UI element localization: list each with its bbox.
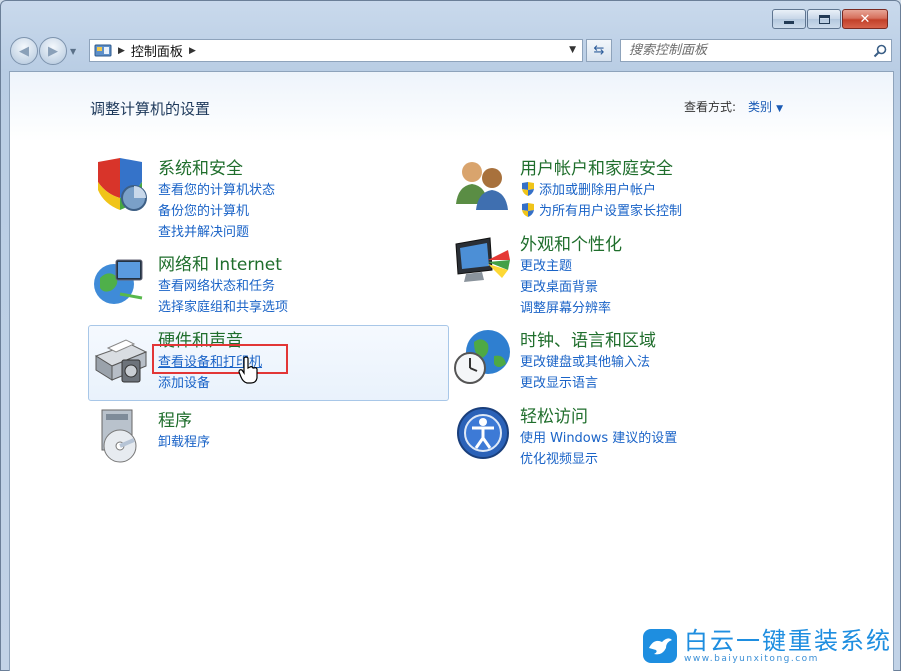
caption-buttons: ✕: [772, 9, 888, 29]
search-input[interactable]: [621, 40, 869, 61]
link-uninstall-program[interactable]: 卸载程序: [158, 430, 210, 451]
page-title: 调整计算机的设置: [90, 100, 211, 118]
link-change-display-language[interactable]: 更改显示语言: [520, 371, 650, 392]
search-box: [620, 39, 892, 62]
uac-shield-icon: [522, 181, 534, 196]
watermark-name: 白云一键重装系统: [684, 627, 892, 655]
forward-button[interactable]: ▶: [39, 37, 67, 65]
links-clock-region: 更改键盘或其他输入法 更改显示语言: [520, 350, 650, 392]
link-parental-controls-label: 为所有用户设置家长控制: [539, 204, 683, 219]
view-by-value: 类别: [748, 100, 773, 114]
links-appearance: 更改主题 更改桌面背景 调整屏幕分辨率: [520, 254, 611, 317]
watermark-text: 白云一键重装系统 www.baiyunxitong.com: [684, 628, 892, 664]
address-bar[interactable]: ▶ 控制面板 ▶ ▼: [89, 39, 583, 62]
watermark-url: www.baiyunxitong.com: [684, 654, 819, 664]
recent-pages-dropdown[interactable]: ▼: [70, 47, 76, 56]
network-globe-icon: [94, 259, 143, 304]
link-change-keyboard[interactable]: 更改键盘或其他输入法: [520, 350, 650, 371]
shield-icon: [98, 158, 147, 211]
navigation-buttons: ◀ ▶ ▼: [10, 37, 76, 65]
view-by-dropdown[interactable]: 类别 ▼: [748, 98, 783, 115]
printer-icon: [94, 339, 148, 383]
links-programs: 卸载程序: [158, 430, 210, 451]
link-screen-resolution[interactable]: 调整屏幕分辨率: [520, 296, 611, 317]
links-ease-of-access: 使用 Windows 建议的设置 优化视频显示: [520, 426, 677, 468]
address-history-dropdown[interactable]: ▼: [569, 45, 576, 55]
view-by-label: 查看方式:: [684, 100, 737, 114]
link-view-computer-status[interactable]: 查看您的计算机状态: [158, 178, 275, 199]
link-change-theme[interactable]: 更改主题: [520, 254, 611, 275]
category-title-programs[interactable]: 程序: [158, 406, 192, 431]
users-icon: [456, 162, 508, 210]
refresh-icon: ⇆: [593, 43, 605, 58]
annotation-highlight-box: [152, 344, 288, 374]
minimize-button[interactable]: [772, 9, 806, 29]
links-network: 查看网络状态和任务 选择家庭组和共享选项: [158, 274, 288, 316]
hand-cursor-icon: [238, 356, 258, 384]
category-title-user-accounts[interactable]: 用户帐户和家庭安全: [520, 154, 673, 179]
chevron-down-icon: ▼: [776, 104, 783, 114]
appearance-monitor-icon: [455, 237, 510, 282]
breadcrumb-separator[interactable]: ▶: [118, 46, 125, 56]
maximize-button[interactable]: [807, 9, 841, 29]
links-user-accounts: 添加或删除用户帐户 为所有用户设置家长控制: [520, 178, 682, 220]
watermark: 白云一键重装系统 www.baiyunxitong.com: [642, 628, 892, 664]
category-title-system-security[interactable]: 系统和安全: [158, 154, 243, 179]
link-change-background[interactable]: 更改桌面背景: [520, 275, 611, 296]
category-title-network[interactable]: 网络和 Internet: [158, 250, 282, 275]
link-homegroup-sharing[interactable]: 选择家庭组和共享选项: [158, 295, 288, 316]
close-button[interactable]: ✕: [842, 9, 888, 29]
back-arrow-icon: ◀: [19, 43, 29, 59]
link-add-remove-accounts-label: 添加或删除用户帐户: [539, 183, 657, 198]
bird-logo-icon: [643, 629, 677, 663]
link-windows-recommended-settings[interactable]: 使用 Windows 建议的设置: [520, 426, 677, 447]
category-title-ease-of-access[interactable]: 轻松访问: [520, 402, 588, 427]
control-panel-window: ✕ ◀ ▶ ▼ ▶ 控制面板 ▶ ▼ ⇆ 调整计算机的设置 查看方式: 类别▼: [0, 0, 901, 671]
minimize-icon: [784, 20, 794, 24]
link-backup-computer[interactable]: 备份您的计算机: [158, 199, 275, 220]
link-parental-controls[interactable]: 为所有用户设置家长控制: [520, 199, 682, 220]
ease-of-access-icon: [457, 407, 509, 459]
category-title-clock-region[interactable]: 时钟、语言和区域: [520, 326, 656, 351]
link-add-remove-accounts[interactable]: 添加或删除用户帐户: [520, 178, 682, 199]
uac-shield-icon: [522, 202, 534, 217]
links-system-security: 查看您的计算机状态 备份您的计算机 查找并解决问题: [158, 178, 275, 241]
link-troubleshoot[interactable]: 查找并解决问题: [158, 220, 275, 241]
category-title-appearance[interactable]: 外观和个性化: [520, 230, 622, 255]
refresh-button[interactable]: ⇆: [586, 39, 612, 62]
link-optimize-video-display[interactable]: 优化视频显示: [520, 447, 677, 468]
maximize-icon: [818, 14, 830, 24]
back-button[interactable]: ◀: [10, 37, 38, 65]
content-pane: 调整计算机的设置 查看方式: 类别 ▼ 系统和安全 查看您的计算机状态 备份您的计…: [9, 71, 894, 671]
forward-arrow-icon: ▶: [48, 43, 58, 59]
search-icon[interactable]: [869, 44, 891, 58]
view-by: 查看方式: 类别 ▼: [684, 98, 783, 115]
breadcrumb-separator-trailing[interactable]: ▶: [189, 46, 196, 56]
close-icon: ✕: [859, 11, 871, 27]
programs-disc-icon: [101, 409, 137, 463]
link-view-network-status[interactable]: 查看网络状态和任务: [158, 274, 288, 295]
clock-globe-icon: [454, 330, 510, 384]
breadcrumb-control-panel[interactable]: 控制面板: [131, 41, 183, 60]
control-panel-icon: [94, 44, 112, 56]
